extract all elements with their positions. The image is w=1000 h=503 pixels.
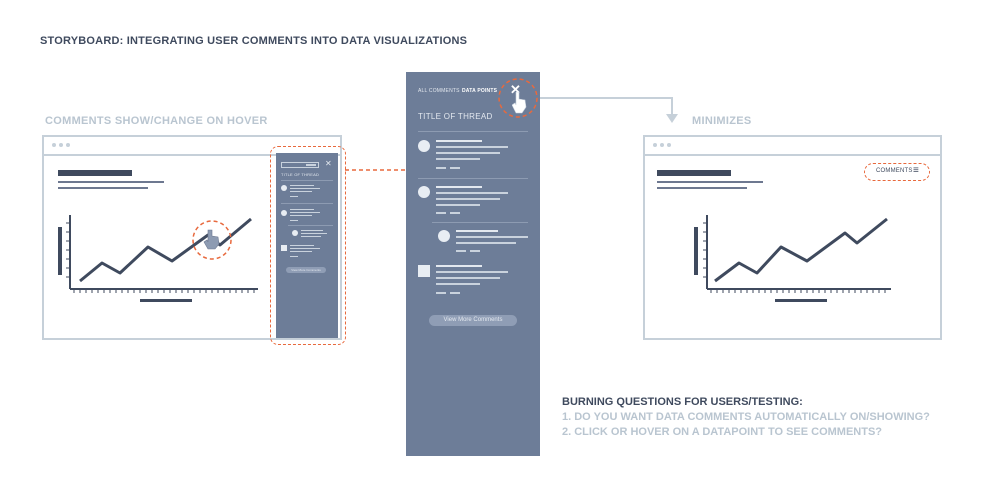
- comment-meta: [450, 167, 460, 169]
- data-line: [714, 217, 888, 283]
- mini-panel-highlight: [270, 146, 346, 345]
- comment-line: [436, 198, 500, 200]
- comment-panel[interactable]: ALL COMMENTS DATA POINTS TITLE OF THREAD…: [406, 72, 540, 456]
- cursor-hand-icon: [203, 229, 220, 250]
- avatar-icon: [418, 265, 430, 277]
- view-more-comments-button[interactable]: View More Comments: [429, 315, 517, 326]
- avatar-icon: [418, 186, 430, 198]
- tab-all-comments[interactable]: ALL COMMENTS: [418, 88, 460, 94]
- comment-meta: [456, 250, 466, 252]
- x-axis-label-bar: [140, 299, 192, 302]
- storyboard-title: STORYBOARD: INTEGRATING USER COMMENTS IN…: [40, 35, 468, 47]
- x-axis-label-bar: [775, 299, 827, 302]
- comment-line: [436, 152, 500, 154]
- divider: [418, 131, 528, 132]
- caption-left: COMMENTS SHOW/CHANGE ON HOVER: [45, 115, 268, 127]
- comment-meta: [436, 212, 446, 214]
- comment-line: [436, 283, 480, 285]
- thread-title: TITLE OF THREAD: [418, 112, 493, 121]
- comment-line: [436, 271, 508, 273]
- comment-meta: [450, 292, 460, 294]
- comment-line: [436, 140, 482, 142]
- question-item: 1. DO YOU WANT DATA COMMENTS AUTOMATICAL…: [562, 411, 930, 423]
- burning-questions: BURNING QUESTIONS FOR USERS/TESTING: 1. …: [562, 396, 930, 440]
- tab-data-points[interactable]: DATA POINTS: [462, 88, 497, 94]
- questions-heading: BURNING QUESTIONS FOR USERS/TESTING:: [562, 396, 803, 408]
- comment-line: [456, 242, 516, 244]
- comment-line: [436, 204, 480, 206]
- comment-line: [436, 192, 508, 194]
- comment-meta: [470, 250, 480, 252]
- right-browser-window: COMMENTS ≡: [643, 135, 942, 340]
- comment-line: [436, 265, 482, 267]
- comment-line: [456, 230, 498, 232]
- y-axis-label-bar: [58, 227, 62, 275]
- comment-meta: [436, 167, 446, 169]
- comment-line: [436, 277, 500, 279]
- question-item: 2. CLICK OR HOVER ON A DATAPOINT TO SEE …: [562, 426, 883, 438]
- menu-icon[interactable]: ≡: [913, 165, 919, 176]
- avatar-icon: [438, 230, 450, 242]
- divider: [418, 178, 528, 179]
- avatar-icon: [418, 140, 430, 152]
- data-line: [79, 217, 252, 283]
- flow-arrow: [540, 97, 678, 123]
- comment-line: [436, 186, 482, 188]
- y-axis-label-bar: [694, 227, 698, 275]
- caption-right: MINIMIZES: [692, 115, 752, 127]
- comment-meta: [450, 212, 460, 214]
- connector-dashed-line: [345, 169, 406, 171]
- comments-toggle-label[interactable]: COMMENTS: [876, 168, 913, 174]
- comment-line: [436, 158, 480, 160]
- cursor-hand-icon: [512, 92, 527, 114]
- comment-meta: [436, 292, 446, 294]
- divider: [432, 222, 528, 223]
- comment-line: [456, 236, 528, 238]
- comment-line: [436, 146, 508, 148]
